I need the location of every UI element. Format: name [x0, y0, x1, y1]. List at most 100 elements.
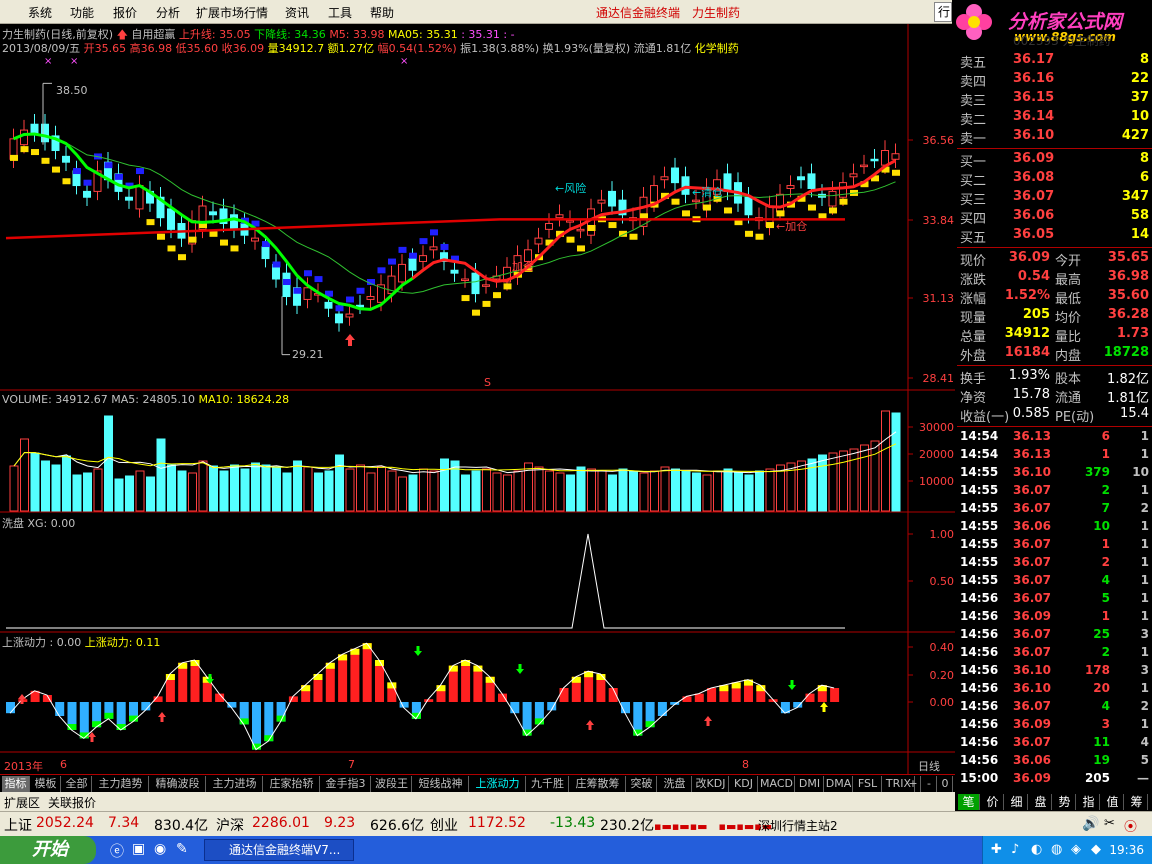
tray-icon-6[interactable]: ◆: [1091, 842, 1101, 857]
candle-body: [797, 176, 805, 181]
tick-row: 14:55 36.07 2 1: [957, 483, 1152, 501]
tray-icon-3[interactable]: ◐: [1031, 842, 1042, 857]
tab-control-1[interactable]: -: [922, 776, 937, 792]
server-name[interactable]: 深圳行情主站2: [758, 817, 838, 834]
start-button[interactable]: 开始: [0, 836, 96, 864]
tab-9[interactable]: 短线战神: [413, 776, 469, 792]
tick-time: 14:56: [960, 627, 999, 641]
right-tab-4[interactable]: 势: [1054, 794, 1076, 810]
tray-icon-4[interactable]: ◍: [1051, 842, 1062, 857]
right-tab-5[interactable]: 指: [1078, 794, 1100, 810]
menu-tools[interactable]: 工具: [328, 4, 352, 21]
menu-quote[interactable]: 报价: [113, 4, 137, 21]
bid-row[interactable]: 买五 36.05 14: [957, 227, 1152, 246]
trend-bar: [440, 243, 449, 250]
tab-8[interactable]: 波段王: [372, 776, 412, 792]
menu-ext-market[interactable]: 扩展市场行情: [196, 4, 268, 21]
stat2-label-a: 净资: [960, 391, 987, 406]
sound-icon[interactable]: 🔊: [1082, 816, 1099, 832]
tool-icon[interactable]: ✂: [1104, 816, 1115, 831]
tab-4[interactable]: 精确波段: [150, 776, 206, 792]
right-tab-2[interactable]: 细: [1006, 794, 1028, 810]
tab-0[interactable]: 指标: [2, 776, 30, 792]
period-label[interactable]: 日线: [918, 758, 940, 774]
volume-bar: [198, 460, 208, 512]
candle-body: [881, 150, 889, 166]
tick-volume: 4: [1101, 573, 1110, 587]
menu-system[interactable]: 系统: [28, 4, 52, 21]
tab-17[interactable]: MACD: [759, 776, 795, 792]
tab-6[interactable]: 庄家抬轿: [264, 776, 320, 792]
candle-body: [30, 123, 39, 134]
bid-row[interactable]: 买一 36.09 8: [957, 151, 1152, 170]
tick-volume: 7: [1101, 501, 1110, 515]
tab-14[interactable]: 洗盘: [658, 776, 692, 792]
right-tab-7[interactable]: 筹: [1126, 794, 1148, 810]
tab-10[interactable]: 上涨动力: [470, 776, 526, 792]
taskbar-app[interactable]: 通达信金融终端V7...: [204, 839, 354, 861]
quicklaunch-ie-icon[interactable]: ⓔ: [110, 841, 124, 861]
quicklaunch-app-icon[interactable]: ✎: [176, 841, 188, 857]
tab-11[interactable]: 九千胜: [527, 776, 569, 792]
volume-bar: [377, 466, 386, 512]
tray-icon-2[interactable]: ♪: [1011, 842, 1019, 857]
signal-arrow-icon: [158, 712, 166, 722]
vol-axis-1: 30000: [919, 421, 954, 434]
menu-function[interactable]: 功能: [70, 4, 94, 21]
tab-13[interactable]: 突破: [627, 776, 657, 792]
ask-row[interactable]: 卖五 36.17 8: [957, 52, 1152, 71]
tab-18[interactable]: DMI: [796, 776, 824, 792]
tab-3[interactable]: 主力趋势: [93, 776, 149, 792]
tab-12[interactable]: 庄筹散筹: [570, 776, 626, 792]
volume-bar: [125, 475, 134, 512]
ext-tab-ext[interactable]: 扩展区: [4, 794, 40, 811]
bid-row[interactable]: 买三 36.07 347: [957, 189, 1152, 208]
tab-2[interactable]: 全部: [62, 776, 92, 792]
tray-icon-1[interactable]: ✚: [991, 842, 1002, 857]
menu-help[interactable]: 帮助: [370, 4, 394, 21]
trend-bar: [566, 236, 575, 243]
ask-row[interactable]: 卖一 36.10 427: [957, 128, 1152, 147]
tab-15[interactable]: 改KDJ: [693, 776, 729, 792]
tab-16[interactable]: KDJ: [730, 776, 758, 792]
right-tab-6[interactable]: 值: [1102, 794, 1124, 810]
menu-analysis[interactable]: 分析: [156, 4, 180, 21]
tab-1[interactable]: 模板: [31, 776, 61, 792]
candle-body: [251, 237, 259, 242]
tab-control-2[interactable]: 0: [938, 776, 953, 792]
tab-control-0[interactable]: +: [906, 776, 921, 792]
info-high: 高36.98: [129, 42, 173, 55]
price-axis-1: 36.56: [922, 134, 955, 147]
row-box[interactable]: 行: [934, 2, 952, 22]
quicklaunch-media-icon[interactable]: ◉: [154, 841, 166, 857]
right-tab-1[interactable]: 价: [982, 794, 1004, 810]
ask-row[interactable]: 卖二 36.14 10: [957, 109, 1152, 128]
bid-row[interactable]: 买二 36.08 6: [957, 170, 1152, 189]
volume-bar: [671, 468, 680, 512]
right-tab-3[interactable]: 盘: [1030, 794, 1052, 810]
ask-row[interactable]: 卖三 36.15 37: [957, 90, 1152, 109]
volume-bar: [744, 474, 754, 512]
volume-bar: [734, 472, 743, 512]
stat2-value-b: 1.82亿: [1107, 372, 1149, 387]
info-open: 开35.65: [83, 42, 127, 55]
right-tab-0[interactable]: 笔: [958, 794, 980, 810]
candle-body: [461, 278, 469, 282]
tab-7[interactable]: 金手指3: [321, 776, 371, 792]
ask-volume: 8: [1139, 52, 1149, 67]
tick-row: 14:56 36.07 25 3: [957, 627, 1152, 645]
ask-row[interactable]: 卖四 36.16 22: [957, 71, 1152, 90]
tab-19[interactable]: DMA: [825, 776, 853, 792]
tray-icon-5[interactable]: ◈: [1071, 842, 1081, 857]
candle-body: [660, 176, 669, 181]
tab-20[interactable]: FSL: [854, 776, 882, 792]
bid-row[interactable]: 买四 36.06 58: [957, 208, 1152, 227]
tick-volume: 379: [1084, 465, 1110, 479]
quicklaunch-desktop-icon[interactable]: ▣: [132, 841, 145, 857]
tick-time: 14:55: [960, 483, 999, 497]
ext-tab-related[interactable]: 关联报价: [48, 794, 96, 811]
alert-icon[interactable]: ⦿: [1124, 816, 1137, 835]
tab-5[interactable]: 主力进场: [207, 776, 263, 792]
volume-bar: [513, 470, 523, 512]
menu-info[interactable]: 资讯: [285, 4, 309, 21]
